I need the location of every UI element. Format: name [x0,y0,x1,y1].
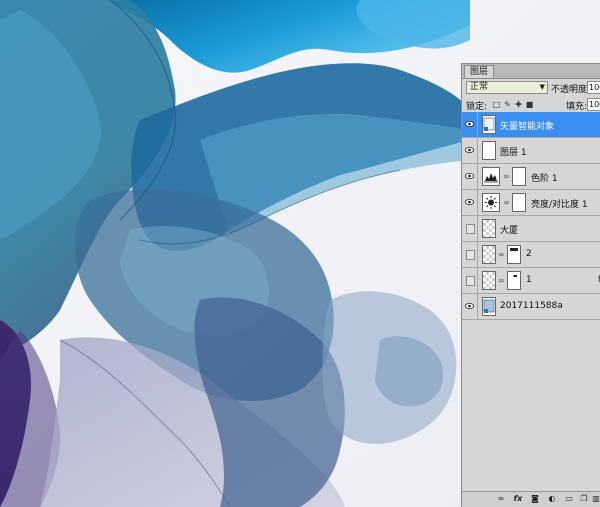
layer-name: 2 [526,249,532,259]
lock-position-icon[interactable]: ✚ [514,100,523,109]
lock-transparent-icon[interactable]: □ [492,100,501,109]
layer-name: 1 [526,275,532,285]
link-icon: ∞ [503,198,510,207]
layer-row[interactable]: 图层 1 [462,138,600,164]
visibility-toggle[interactable] [462,216,478,241]
eye-icon [465,303,474,309]
layer-mask-thumbnail [512,193,526,212]
layer-name: 色阶 1 [531,174,558,184]
blend-mode-value: 正常 [470,82,489,92]
layer-name: 2017111588a [500,301,563,311]
transparent-thumbnail [482,219,496,238]
layer-name: 矢量智能对象 [500,122,555,132]
layer-row[interactable]: ∞ 亮度/对比度 1 [462,190,600,216]
lock-pixels-icon[interactable]: ✎ [503,100,512,109]
layer-name: 图层 1 [500,148,527,158]
link-icon: ∞ [498,250,505,259]
fill-label: 填充: [566,102,588,112]
trash-icon[interactable]: ▥ [591,494,600,504]
layer-row[interactable]: 大厦 [462,216,600,242]
layer-row[interactable]: ∞ 2 [462,242,600,268]
blend-row: 正常 ▼ 不透明度: 100% [462,79,600,97]
fill-input[interactable]: 100% [587,98,600,111]
layer-row[interactable]: ∞ 色阶 1 [462,164,600,190]
hidden-visibility-box [466,250,475,260]
layers-panel: 图层 正常 ▼ 不透明度: 100% 锁定: □ ✎ ✚ ■ 填充: 100% … [461,63,600,507]
layer-mask-thumbnail [507,271,521,290]
hidden-visibility-box [466,276,475,286]
hidden-visibility-box [466,224,475,234]
layer-row[interactable]: ∞ 1 f [462,268,600,294]
tab-layers[interactable]: 图层 [464,65,495,78]
lock-label: 锁定: [466,102,488,112]
transparent-thumbnail [482,271,496,290]
visibility-toggle[interactable] [462,294,478,319]
fx-icon[interactable]: fx [513,494,523,504]
eye-icon [465,121,474,127]
smart-object-thumbnail [482,297,496,316]
brightness-adjustment-icon [482,193,500,212]
layer-name: 大厦 [500,226,519,236]
adjustment-icon[interactable]: ◐ [547,494,557,504]
opacity-label: 不透明度: [551,85,591,95]
layer-thumbnail [482,141,496,160]
visibility-toggle[interactable] [462,112,478,137]
panel-bottom-toolbar: ∞ fx ◙ ◐ ▭ ❐ ▥ [462,491,600,507]
lock-all-icon[interactable]: ■ [525,100,534,109]
layer-name: 亮度/对比度 1 [531,200,588,210]
visibility-toggle[interactable] [462,138,478,163]
eye-icon [465,199,474,205]
link-icon[interactable]: ∞ [496,494,506,504]
link-icon: ∞ [498,276,505,285]
layer-row[interactable]: 矢量智能对象 [462,112,600,138]
blend-mode-select[interactable]: 正常 ▼ [466,81,548,94]
visibility-toggle[interactable] [462,164,478,189]
layer-row[interactable]: 2017111588a [462,294,600,320]
levels-adjustment-icon [482,167,500,186]
chevron-down-icon: ▼ [539,83,545,91]
new-layer-icon[interactable]: ❐ [579,494,589,504]
transparent-thumbnail [482,245,496,264]
panel-tab-bar: 图层 [462,64,600,79]
link-icon: ∞ [503,172,510,181]
visibility-toggle[interactable] [462,242,478,267]
visibility-toggle[interactable] [462,190,478,215]
eye-icon [465,173,474,179]
eye-icon [465,147,474,153]
mask-icon[interactable]: ◙ [530,494,540,504]
layer-mask-thumbnail [512,167,526,186]
opacity-input[interactable]: 100% [587,81,600,94]
group-icon[interactable]: ▭ [564,494,574,504]
visibility-toggle[interactable] [462,268,478,293]
smart-object-thumbnail [482,115,496,134]
layer-mask-thumbnail [507,245,521,264]
